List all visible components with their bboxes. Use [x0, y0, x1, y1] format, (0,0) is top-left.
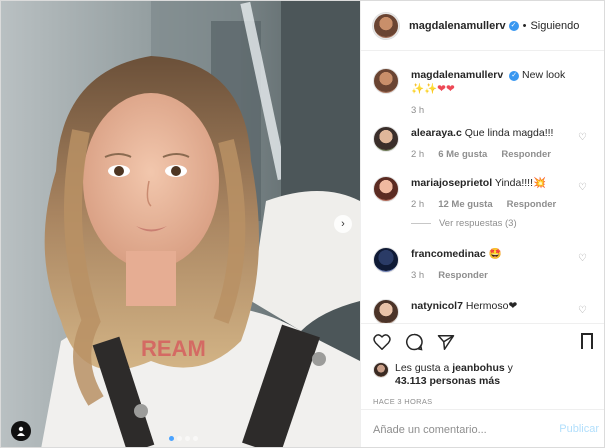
publish-button[interactable]: Publicar: [559, 423, 599, 435]
user-icon: [17, 426, 25, 436]
replies-divider: [411, 223, 431, 224]
action-icons: [361, 324, 604, 360]
post-photo[interactable]: REAM ›: [1, 1, 360, 447]
comment-username[interactable]: alearaya.c: [411, 127, 462, 139]
likes-summary: Les gusta a jeanbohus y 43.113 personas …: [361, 362, 604, 388]
comment-icon[interactable]: [405, 333, 423, 351]
comment-composer: Publicar: [361, 409, 604, 447]
comment-row: mariajoseprietol Yinda!!!!💥 2 h 12 Me gu…: [361, 176, 604, 229]
post-modal: REAM › magdalenamullerv ✓ • Siguiendo ma…: [0, 0, 605, 448]
author-username[interactable]: magdalenamullerv: [409, 20, 506, 32]
commenter-avatar[interactable]: [373, 176, 399, 202]
comment-text: Hermoso❤: [465, 300, 518, 312]
comment-text: 🤩: [488, 248, 502, 260]
view-replies-label[interactable]: Ver respuestas (3): [439, 218, 517, 229]
verified-icon: ✓: [508, 20, 519, 31]
comments-list: magdalenamullerv ✓ New look ✨✨❤❤ 3 h ale…: [361, 52, 604, 323]
tagged-user-button[interactable]: [11, 421, 31, 441]
comment-text: Que linda magda!!!: [464, 127, 554, 139]
separator-dot: •: [522, 19, 527, 32]
comment-time[interactable]: 2 h: [411, 149, 424, 160]
likes-count[interactable]: 43.113 personas más: [395, 375, 500, 387]
comment-row: alearaya.c Que linda magda!!! 2 h 6 Me g…: [361, 126, 604, 160]
caption-username[interactable]: magdalenamullerv: [411, 69, 503, 81]
author-avatar[interactable]: [373, 12, 399, 39]
share-icon[interactable]: [437, 334, 455, 351]
comment-like-icon[interactable]: ♡: [578, 253, 587, 264]
comment-likes[interactable]: 6 Me gusta: [438, 149, 487, 160]
reply-button[interactable]: Responder: [501, 149, 551, 160]
likes-text: Les gusta a jeanbohus y 43.113 personas …: [395, 362, 513, 388]
commenter-avatar[interactable]: [373, 299, 399, 323]
commenter-avatar[interactable]: [373, 126, 399, 152]
comment-username[interactable]: francomedinac: [411, 248, 486, 260]
carousel-dots: [169, 436, 198, 441]
caption-meta: 3 h: [411, 105, 577, 116]
comment-row: natynicol7 Hermoso❤ ♡: [361, 299, 604, 323]
comment-time[interactable]: 2 h: [411, 199, 424, 210]
comment-text: Yinda!!!!💥: [494, 177, 547, 189]
liker-avatar[interactable]: [373, 362, 389, 378]
heart-icon[interactable]: [373, 334, 391, 350]
author-avatar[interactable]: [373, 68, 399, 94]
comment-like-icon[interactable]: ♡: [578, 182, 587, 193]
post-header: magdalenamullerv ✓ • Siguiendo: [361, 1, 604, 51]
comment-username[interactable]: mariajoseprietol: [411, 177, 492, 189]
commenter-avatar[interactable]: [373, 247, 399, 273]
post-side-panel: magdalenamullerv ✓ • Siguiendo magdalena…: [360, 1, 604, 447]
likes-prefix: Les gusta a: [395, 362, 453, 374]
liker-username[interactable]: jeanbohus: [452, 362, 505, 374]
likes-suffix: y: [504, 362, 513, 374]
caption-time[interactable]: 3 h: [411, 105, 424, 116]
comment-time[interactable]: 3 h: [411, 270, 424, 281]
comment-like-icon[interactable]: ♡: [578, 305, 587, 316]
comment-likes[interactable]: 12 Me gusta: [438, 199, 492, 210]
reply-button[interactable]: Responder: [507, 199, 557, 210]
comment-row: francomedinac 🤩 3 h Responder ♡: [361, 247, 604, 281]
comment-username[interactable]: natynicol7: [411, 300, 463, 312]
comment-input[interactable]: [373, 423, 543, 436]
reply-button[interactable]: Responder: [438, 270, 488, 281]
svg-text:REAM: REAM: [141, 336, 206, 361]
caption-emojis: ✨✨❤❤: [411, 83, 455, 95]
caption: magdalenamullerv ✓ New look ✨✨❤❤ 3 h: [361, 68, 604, 116]
verified-icon: ✓: [509, 71, 520, 81]
follow-status-button[interactable]: Siguiendo: [530, 20, 579, 32]
post-timestamp[interactable]: HACE 3 HORAS: [361, 397, 604, 406]
view-replies[interactable]: Ver respuestas (3): [411, 218, 577, 229]
bookmark-icon[interactable]: [581, 333, 593, 355]
comment-like-icon[interactable]: ♡: [578, 132, 587, 143]
portrait-image: REAM: [1, 1, 360, 447]
caption-text: New look: [522, 69, 566, 81]
next-photo-button[interactable]: ›: [334, 215, 352, 233]
